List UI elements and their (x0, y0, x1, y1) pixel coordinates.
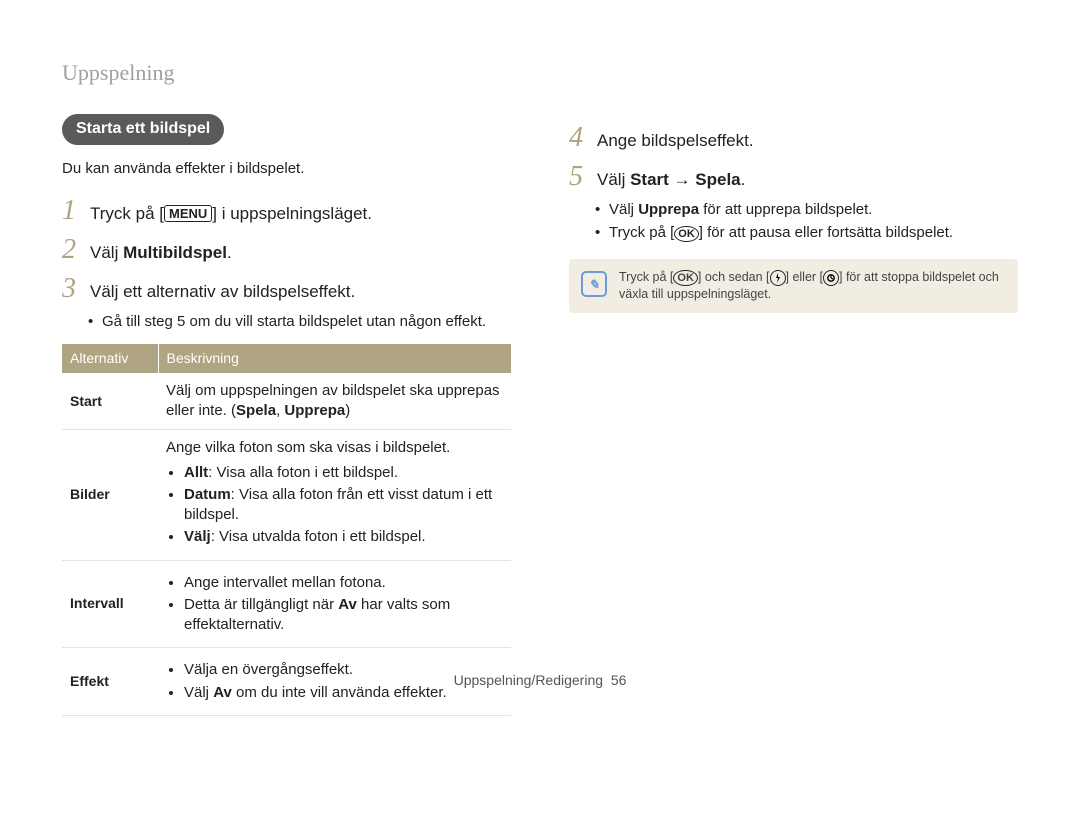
left-column: Starta ett bildspel Du kan använda effek… (62, 114, 511, 716)
row-bilder-li1-post: : Visa alla foton i ett bildspel. (208, 464, 398, 481)
bullet-r2-pre: Tryck på [ (609, 224, 674, 241)
step-3: 3 Välj ett alternativ av bildspelseffekt… (62, 275, 511, 304)
right-column: 4 Ange bildspelseffekt. 5 Välj Start → S… (569, 114, 1018, 716)
table-head-beskrivning: Beskrivning (158, 344, 511, 373)
info-note-icon: ✎ (581, 271, 607, 297)
step-5: 5 Välj Start → Spela. (569, 163, 1018, 192)
note-mid2: ] eller [ (786, 270, 824, 284)
step-2-bold: Multibildspel (123, 243, 227, 262)
row-bilder-desc: Ange vilka foton som ska visas i bildspe… (158, 430, 511, 560)
bullet-r1-post: för att upprepa bildspelet. (699, 201, 872, 218)
table-row: Bilder Ange vilka foton som ska visas i … (62, 430, 511, 560)
row-bilder-lead: Ange vilka foton som ska visas i bildspe… (166, 438, 503, 458)
footer-page-number: 56 (611, 672, 627, 688)
note-text: Tryck på [OK] och sedan [] eller [] för … (619, 269, 1006, 303)
step-4: 4 Ange bildspelseffekt. (569, 124, 1018, 153)
list-item: Detta är tillgängligt när Av har valts s… (184, 595, 503, 636)
page-section-title: Uppspelning (62, 60, 1018, 86)
bullet-r2-post: ] för att pausa eller fortsätta bildspel… (699, 224, 953, 241)
step-5-bullets: Välj Upprepa för att upprepa bildspelet.… (569, 200, 1018, 244)
step-3-bullet-1: Gå till steg 5 om du vill starta bildspe… (88, 312, 511, 332)
row-bilder-li3-post: : Visa utvalda foton i ett bildspel. (211, 528, 426, 545)
row-bilder-li2-b: Datum (184, 486, 231, 503)
bullet-r1-b: Upprepa (638, 201, 699, 218)
row-intervall-desc: Ange intervallet mellan fotona. Detta är… (158, 560, 511, 648)
list-item: Välj: Visa utvalda foton i ett bildspel. (184, 527, 503, 547)
options-table: Alternativ Beskrivning Start Välj om upp… (62, 344, 511, 716)
table-row: Start Välj om uppspelningen av bildspele… (62, 373, 511, 430)
note-mid1: ] och sedan [ (698, 270, 770, 284)
step-number: 2 (62, 236, 90, 264)
step-2-text: Välj Multibildspel. (90, 242, 232, 265)
timer-icon (823, 270, 839, 286)
row-bilder-label: Bilder (62, 430, 158, 560)
list-item: Allt: Visa alla foton i ett bildspel. (184, 463, 503, 483)
step-1: 1 Tryck på [MENU] i uppspelningsläget. (62, 197, 511, 226)
row-bilder-li2-post: : Visa alla foton från ett visst datum i… (184, 486, 492, 523)
row-bilder-li1-b: Allt (184, 464, 208, 481)
list-item: Datum: Visa alla foton från ett visst da… (184, 485, 503, 526)
step-5-b2: Spela (695, 170, 740, 189)
row-intervall-li2-pre: Detta är tillgängligt när (184, 596, 338, 613)
row-intervall-li2-b: Av (338, 596, 357, 613)
step-5-pre: Välj (597, 170, 630, 189)
step-number: 5 (569, 163, 597, 191)
step-number: 1 (62, 197, 90, 225)
step-5-b1: Start (630, 170, 669, 189)
row-start-desc: Välj om uppspelningen av bildspelet ska … (158, 373, 511, 430)
row-start-desc-post: ) (345, 402, 350, 419)
step-3-bullets: Gå till steg 5 om du vill starta bildspe… (62, 312, 511, 332)
step-3-text: Välj ett alternativ av bildspelseffekt. (90, 281, 355, 304)
list-item: Välj Upprepa för att upprepa bildspelet. (595, 200, 1018, 220)
table-row: Intervall Ange intervallet mellan fotona… (62, 560, 511, 648)
table-head-alternativ: Alternativ (62, 344, 158, 373)
step-number: 4 (569, 124, 597, 152)
list-item: Ange intervallet mellan fotona. (184, 573, 503, 593)
footer-label: Uppspelning/Redigering (454, 672, 603, 688)
row-start-desc-b1: Spela (236, 402, 276, 419)
step-number: 3 (62, 275, 90, 303)
step-5-post: . (741, 170, 746, 189)
ok-button-glyph: OK (674, 226, 699, 242)
step-1-pre: Tryck på [ (90, 204, 164, 223)
step-4-text: Ange bildspelseffekt. (597, 130, 754, 153)
section-heading-pill: Starta ett bildspel (62, 114, 224, 145)
note-pre: Tryck på [ (619, 270, 673, 284)
step-1-post: ] i uppspelningsläget. (212, 204, 372, 223)
page-footer: Uppspelning/Redigering 56 (0, 672, 1080, 688)
step-2-pre: Välj (90, 243, 123, 262)
note-box: ✎ Tryck på [OK] och sedan [] eller [] fö… (569, 259, 1018, 313)
step-2-post: . (227, 243, 232, 262)
bullet-r1-pre: Välj (609, 201, 638, 218)
flash-icon (770, 270, 786, 286)
row-bilder-li3-b: Välj (184, 528, 211, 545)
intro-text: Du kan använda effekter i bildspelet. (62, 159, 511, 179)
step-2: 2 Välj Multibildspel. (62, 236, 511, 265)
step-5-text: Välj Start → Spela. (597, 169, 745, 192)
step-5-arrow: → (669, 170, 695, 189)
step-1-text: Tryck på [MENU] i uppspelningsläget. (90, 203, 372, 226)
menu-button-glyph: MENU (164, 205, 212, 223)
row-start-label: Start (62, 373, 158, 430)
list-item: Tryck på [OK] för att pausa eller fortsä… (595, 223, 1018, 243)
row-start-desc-b2: Upprepa (284, 402, 345, 419)
ok-button-glyph: OK (673, 270, 698, 286)
row-intervall-label: Intervall (62, 560, 158, 648)
